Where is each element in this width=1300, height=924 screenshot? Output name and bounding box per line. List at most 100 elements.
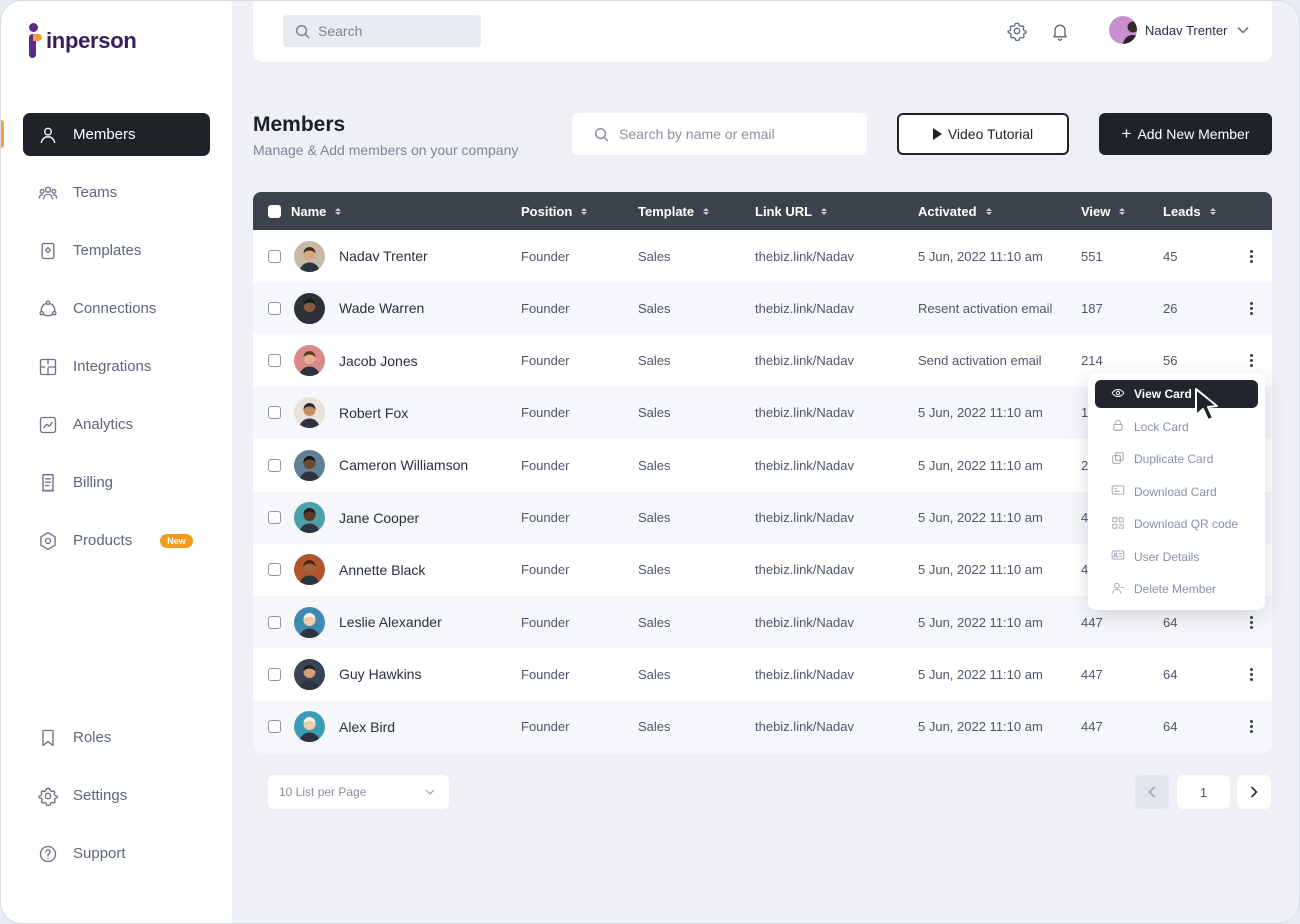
column-header-label: Template xyxy=(638,203,695,219)
gear-icon[interactable] xyxy=(1007,21,1027,41)
cell-link: thebiz.link/Nadav xyxy=(755,562,854,578)
video-tutorial-label: Video Tutorial xyxy=(947,126,1034,142)
row-checkbox[interactable] xyxy=(268,406,281,420)
more-options-icon[interactable] xyxy=(1244,664,1258,684)
member-name: Jacob Jones xyxy=(339,352,418,369)
menu-item-view-card[interactable]: View Card xyxy=(1095,380,1258,408)
page-subtitle: Manage & Add members on your company xyxy=(253,142,519,158)
next-page-button[interactable] xyxy=(1237,775,1271,809)
sidebar-item-analytics[interactable]: Analytics xyxy=(23,403,210,446)
sidebar-item-billing[interactable]: Billing xyxy=(23,461,210,504)
sidebar-item-label: Connections xyxy=(73,300,157,317)
cell-template: Sales xyxy=(638,405,671,421)
chevron-right-icon xyxy=(1250,786,1258,798)
sidebar-item-support[interactable]: Support xyxy=(23,832,210,875)
cell-link: thebiz.link/Nadav xyxy=(755,457,854,473)
cell-link: thebiz.link/Nadav xyxy=(755,405,854,421)
column-header-leads[interactable]: Leads xyxy=(1163,192,1216,230)
brand-logo[interactable]: inperson xyxy=(25,23,137,59)
menu-item-duplicate-card[interactable]: Duplicate Card xyxy=(1095,445,1258,473)
more-options-icon[interactable] xyxy=(1244,246,1258,266)
sidebar-item-products[interactable]: Products New xyxy=(23,519,210,562)
table-row[interactable]: Alex Bird Founder Sales thebiz.link/Nadav 5 … xyxy=(253,700,1272,753)
menu-item-lock-card[interactable]: Lock Card xyxy=(1095,413,1258,441)
current-page[interactable]: 1 xyxy=(1177,775,1230,809)
menu-item-delete-member[interactable]: Delete Member xyxy=(1095,575,1258,603)
id-card-icon xyxy=(1111,548,1134,565)
row-checkbox[interactable] xyxy=(268,354,281,368)
member-search-input[interactable]: Search by name or email xyxy=(572,113,867,155)
row-checkbox[interactable] xyxy=(268,615,281,629)
puzzle-icon xyxy=(37,356,59,378)
sidebar-item-label: Templates xyxy=(73,242,142,259)
avatar xyxy=(294,606,325,638)
more-options-icon[interactable] xyxy=(1244,717,1258,737)
sidebar-item-members[interactable]: Members xyxy=(23,113,210,156)
cell-link: thebiz.link/Nadav xyxy=(755,300,854,316)
add-new-member-button[interactable]: + Add New Member xyxy=(1099,113,1272,155)
sidebar-item-label: Members xyxy=(73,126,136,143)
column-header-name[interactable]: Name xyxy=(291,192,342,230)
per-page-select[interactable]: 10 List per Page xyxy=(268,775,449,809)
sidebar: inperson Members Teams Templates Connection… xyxy=(1,1,232,923)
user-menu[interactable]: Nadav Trenter xyxy=(1109,16,1249,44)
row-checkbox[interactable] xyxy=(268,720,281,734)
cell-position: Founder xyxy=(521,666,570,682)
user-remove-icon xyxy=(1111,581,1134,598)
global-search-input[interactable]: Search xyxy=(283,15,481,47)
row-checkbox[interactable] xyxy=(268,511,281,524)
cell-activated: 5 Jun, 2022 11:10 am xyxy=(918,405,1043,421)
cell-activated: 5 Jun, 2022 11:10 am xyxy=(918,666,1043,682)
avatar xyxy=(294,397,325,429)
cell-position: Founder xyxy=(521,510,570,525)
row-checkbox[interactable] xyxy=(268,667,281,681)
select-all-checkbox[interactable] xyxy=(268,204,281,218)
avatar xyxy=(294,502,325,533)
cell-template: Sales xyxy=(638,510,671,525)
sidebar-item-integrations[interactable]: Integrations xyxy=(23,345,210,388)
cell-template: Sales xyxy=(638,300,671,316)
table-row[interactable]: Nadav Trenter Founder Sales thebiz.link/Nad… xyxy=(253,230,1272,282)
member-search-placeholder: Search by name or email xyxy=(619,126,775,142)
column-header-link-url[interactable]: Link URL xyxy=(755,192,828,230)
cell-template: Sales xyxy=(638,719,671,735)
app-window: inperson Members Teams Templates Connection… xyxy=(0,0,1300,924)
more-options-icon[interactable] xyxy=(1244,298,1258,318)
menu-item-label: Download Card xyxy=(1134,484,1217,499)
prev-page-button[interactable] xyxy=(1135,775,1169,809)
row-checkbox[interactable] xyxy=(268,249,281,263)
row-checkbox[interactable] xyxy=(268,563,281,577)
member-name: Cameron Williamson xyxy=(339,457,469,474)
table-row[interactable]: Guy Hawkins Founder Sales thebiz.link/Nadav… xyxy=(253,648,1272,700)
column-header-template[interactable]: Template xyxy=(638,192,710,230)
template-icon xyxy=(37,240,59,262)
logo-mark-icon xyxy=(25,23,43,59)
cell-position: Founder xyxy=(521,353,570,369)
table-row[interactable]: Wade Warren Founder Sales thebiz.link/Nadav… xyxy=(253,282,1272,335)
sidebar-item-label: Integrations xyxy=(73,358,152,375)
sidebar-item-roles[interactable]: Roles xyxy=(23,716,210,759)
menu-item-download-qr-code[interactable]: Download QR code xyxy=(1095,510,1258,538)
row-checkbox[interactable] xyxy=(268,301,281,315)
box-icon xyxy=(37,530,59,552)
cell-activated: 5 Jun, 2022 11:10 am xyxy=(918,510,1043,525)
user-icon xyxy=(37,124,59,146)
sidebar-item-templates[interactable]: Templates xyxy=(23,229,210,272)
row-checkbox[interactable] xyxy=(268,458,281,472)
menu-item-download-card[interactable]: Download Card xyxy=(1095,478,1258,506)
menu-item-user-details[interactable]: User Details xyxy=(1095,543,1258,571)
chevron-down-icon xyxy=(425,789,435,795)
more-options-icon[interactable] xyxy=(1244,612,1258,632)
sidebar-item-teams[interactable]: Teams xyxy=(23,171,210,214)
column-header-position[interactable]: Position xyxy=(521,192,588,230)
receipt-icon xyxy=(37,472,59,494)
video-tutorial-button[interactable]: Video Tutorial xyxy=(897,113,1069,155)
lock-icon xyxy=(1111,418,1134,435)
more-options-icon[interactable] xyxy=(1244,351,1258,371)
menu-item-label: User Details xyxy=(1134,549,1200,564)
bell-icon[interactable] xyxy=(1050,21,1070,41)
sidebar-item-settings[interactable]: Settings xyxy=(23,774,210,817)
column-header-activated[interactable]: Activated xyxy=(918,192,992,230)
sidebar-item-connections[interactable]: Connections xyxy=(23,287,210,330)
column-header-view[interactable]: View xyxy=(1081,192,1126,230)
